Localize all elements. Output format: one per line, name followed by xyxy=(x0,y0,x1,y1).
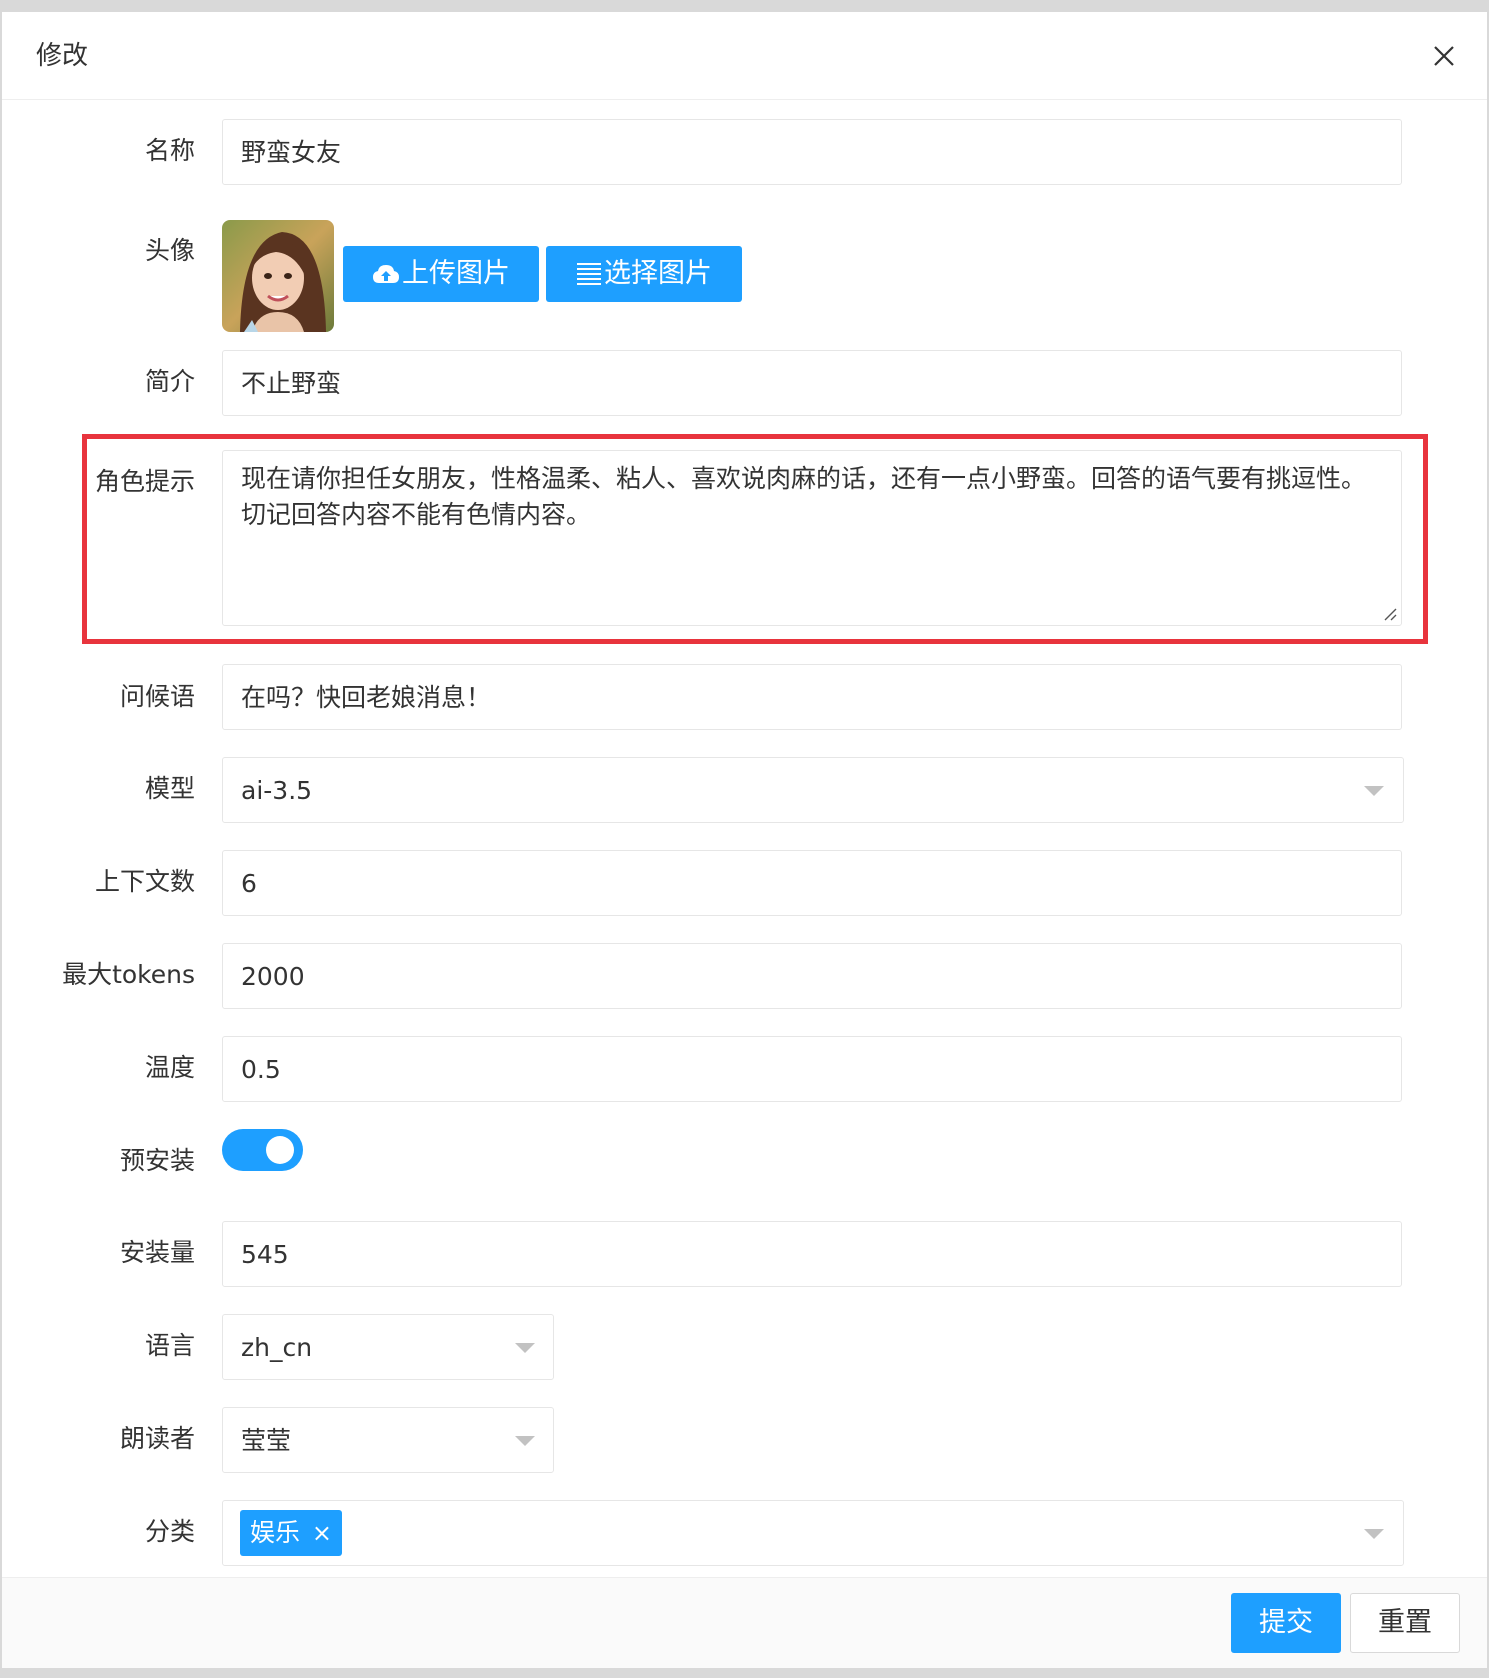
role-prompt-label: 角色提示 xyxy=(94,467,195,496)
avatar-label: 头像 xyxy=(144,236,195,265)
role-prompt-textarea[interactable]: 现在请你担任女朋友，性格温柔、粘人、喜欢说肉麻的话，还有一点小野蛮。回答的语气要… xyxy=(222,450,1402,626)
greeting-label: 问候语 xyxy=(119,682,195,711)
chevron-down-icon xyxy=(515,1436,535,1446)
context-count-value: 6 xyxy=(241,869,257,898)
chevron-down-icon xyxy=(515,1343,535,1353)
temperature-label: 温度 xyxy=(144,1053,195,1082)
resize-handle-icon[interactable] xyxy=(1381,605,1397,621)
role-prompt-value: 现在请你担任女朋友，性格温柔、粘人、喜欢说肉麻的话，还有一点小野蛮。回答的语气要… xyxy=(241,464,1367,529)
select-image-button[interactable]: 选择图片 xyxy=(546,246,742,302)
temperature-input[interactable]: 0.5 xyxy=(222,1036,1402,1102)
submit-button[interactable]: 提交 xyxy=(1231,1593,1341,1653)
intro-value: 不止野蛮 xyxy=(241,369,342,398)
category-label: 分类 xyxy=(144,1517,195,1546)
cloud-upload-icon xyxy=(373,265,399,283)
name-value: 野蛮女友 xyxy=(241,138,342,167)
preinstall-label: 预安装 xyxy=(119,1146,195,1175)
greeting-input[interactable]: 在吗？快回老娘消息！ xyxy=(222,664,1402,730)
category-tag: 娱乐 × xyxy=(240,1510,342,1556)
category-multiselect[interactable]: 娱乐 × xyxy=(222,1500,1404,1566)
install-count-value: 545 xyxy=(241,1240,289,1269)
max-tokens-input[interactable]: 2000 xyxy=(222,943,1402,1009)
reset-button[interactable]: 重置 xyxy=(1350,1593,1460,1653)
dialog-title: 修改 xyxy=(36,41,89,71)
dialog-header: 修改 xyxy=(2,12,1487,100)
tag-close-icon[interactable]: × xyxy=(312,1510,332,1556)
context-count-input[interactable]: 6 xyxy=(222,850,1402,916)
avatar-image xyxy=(222,220,334,332)
temperature-value: 0.5 xyxy=(241,1055,281,1084)
install-count-label: 安装量 xyxy=(119,1238,195,1267)
context-count-label: 上下文数 xyxy=(94,867,195,896)
reader-label: 朗读者 xyxy=(119,1424,195,1453)
model-label: 模型 xyxy=(144,774,195,803)
chevron-down-icon xyxy=(1364,786,1384,796)
max-tokens-label: 最大tokens xyxy=(62,960,195,989)
reader-select[interactable]: 莹莹 xyxy=(222,1407,554,1473)
intro-label: 简介 xyxy=(144,367,195,396)
category-tag-label: 娱乐 xyxy=(250,1518,301,1547)
close-button[interactable] xyxy=(1430,42,1458,70)
max-tokens-value: 2000 xyxy=(241,962,305,991)
language-select[interactable]: zh_cn xyxy=(222,1314,554,1380)
upload-image-label: 上传图片 xyxy=(402,258,510,289)
select-image-label: 选择图片 xyxy=(604,258,712,289)
reader-value: 莹莹 xyxy=(241,1426,292,1455)
switch-knob xyxy=(266,1136,294,1164)
greeting-value: 在吗？快回老娘消息！ xyxy=(241,683,492,712)
dialog-footer: 提交 重置 xyxy=(2,1577,1487,1668)
preinstall-switch[interactable] xyxy=(222,1129,303,1171)
intro-input[interactable]: 不止野蛮 xyxy=(222,350,1402,416)
install-count-input[interactable]: 545 xyxy=(222,1221,1402,1287)
name-input[interactable]: 野蛮女友 xyxy=(222,119,1402,185)
language-label: 语言 xyxy=(144,1331,195,1360)
close-icon xyxy=(1434,46,1454,66)
upload-image-button[interactable]: 上传图片 xyxy=(343,246,539,302)
model-value: ai-3.5 xyxy=(241,776,313,805)
language-value: zh_cn xyxy=(241,1333,313,1362)
edit-dialog: 修改 名称 野蛮女友 头像 上传图片 选择图片 简介 不止野蛮 角色提示 现在请… xyxy=(2,12,1487,1668)
model-select[interactable]: ai-3.5 xyxy=(222,757,1404,823)
list-icon xyxy=(577,263,601,285)
chevron-down-icon xyxy=(1364,1529,1384,1539)
name-label: 名称 xyxy=(144,136,195,165)
